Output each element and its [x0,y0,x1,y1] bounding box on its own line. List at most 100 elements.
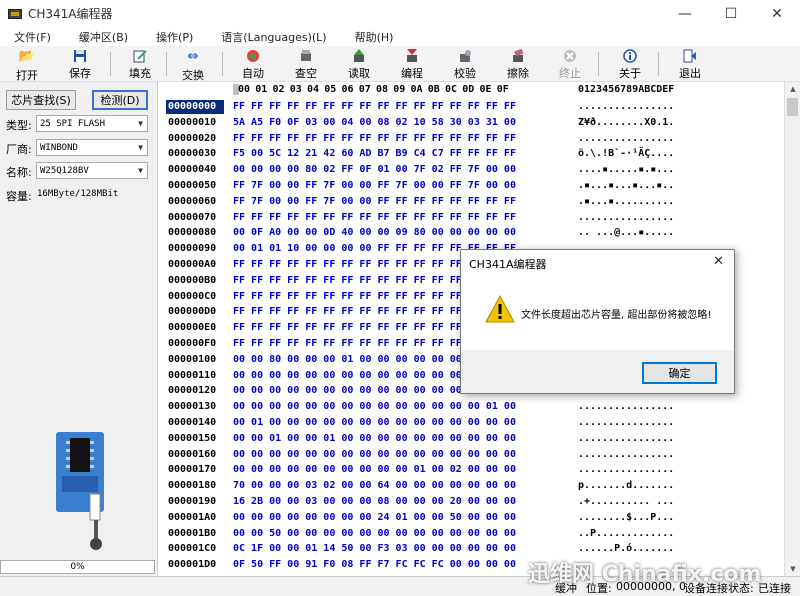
hex-row-ascii[interactable]: ................ [578,463,674,477]
hex-row-bytes[interactable]: 00 00 00 00 00 00 00 00 00 00 00 00 00 0… [233,400,516,414]
row-address: 000001D0 [168,559,217,571]
hex-row-bytes[interactable]: FF FF FF FF FF FF FF FF FF FF FF FF FF F… [233,211,516,225]
hex-row-bytes[interactable]: 00 00 50 00 00 00 00 00 00 00 00 00 00 0… [233,527,516,541]
type-label: 类型: [6,119,32,132]
title-bar: CH341A编程器 — ☐ ✕ [0,0,800,27]
erase-button[interactable]: 擦除 [493,47,543,81]
hex-row-ascii[interactable]: .▪...▪...▪...▪.. [578,179,674,193]
hex-row-bytes[interactable]: FF 7F 00 00 FF 7F 00 00 FF FF FF FF FF F… [233,195,516,209]
hex-column-header: 0C [445,84,458,95]
hex-row-bytes[interactable]: 00 00 00 00 80 02 FF 0F 01 00 7F 02 FF 7… [233,163,516,177]
vendor-select[interactable]: WINBOND ▼ [36,139,148,156]
hex-row-bytes[interactable]: FF FF FF FF FF FF FF FF FF FF FF FF FF F… [233,132,516,146]
close-button[interactable]: ✕ [754,0,800,27]
hex-row-bytes[interactable]: F5 00 5C 12 21 42 60 AD B7 B9 C4 C7 FF F… [233,147,516,161]
info-icon [622,49,638,63]
auto-button[interactable]: 自动 [228,47,278,81]
hex-row-ascii[interactable]: ................ [578,132,674,146]
stop-button[interactable]: 终止 [545,47,595,81]
hex-row-bytes[interactable]: 70 00 00 00 03 02 00 00 64 00 00 00 00 0… [233,479,516,493]
row-address: 000001C0 [168,543,217,555]
hex-row-ascii[interactable]: õ.\.!B`-·¹ÄÇ.... [578,147,674,161]
hex-row-bytes[interactable]: 16 2B 00 00 03 00 00 00 08 00 00 00 20 0… [233,495,516,509]
hex-row-ascii[interactable]: ......P.ó....... [578,542,674,556]
about-button[interactable]: 关于 [605,47,655,81]
fill-button[interactable]: 填充 [115,47,165,81]
hex-row-ascii[interactable]: ................ [578,400,674,414]
row-address: 00000130 [168,401,217,413]
hex-row-ascii[interactable]: ................ [578,432,674,446]
save-button[interactable]: 保存 [55,47,105,81]
hex-row-bytes[interactable]: 0F 50 FF 00 91 F0 08 FF F7 FC FC FC 00 0… [233,558,516,572]
progress-bar: 0% [0,560,155,574]
read-chip-icon [351,49,367,63]
hex-row-ascii[interactable]: Z¥ð........X0.1. [578,116,674,130]
menu-buffer[interactable]: 缓冲区(B) [65,29,142,45]
verify-button[interactable]: 校验 [440,47,490,81]
hex-row-ascii[interactable]: ....▪.....▪.▪... [578,163,674,177]
auto-chip-icon [245,49,261,63]
hex-row-ascii[interactable]: .. ...@...▪..... [578,226,674,240]
row-address: 000000D0 [168,306,217,318]
hex-row-bytes[interactable]: 00 0F A0 00 00 0D 40 00 00 09 80 00 00 0… [233,226,516,240]
ok-button[interactable]: 确定 [642,362,717,384]
exit-button[interactable]: 退出 [665,47,715,81]
type-select[interactable]: 25 SPI FLASH ▼ [36,115,148,132]
detect-button[interactable]: 检测(D) [92,90,148,110]
hex-column-header: 07 [358,84,371,95]
floppy-icon [72,49,88,63]
open-button[interactable]: 📂 打开 [2,47,52,82]
menu-file[interactable]: 文件(F) [0,29,65,45]
row-address: 00000070 [168,211,217,223]
hex-column-header: 00 [238,84,251,95]
program-button[interactable]: 编程 [387,47,437,81]
hex-row-bytes[interactable]: FF FF FF FF FF FF FF FF FF FF FF FF FF F… [233,100,516,114]
hex-row-ascii[interactable]: ................ [578,211,674,225]
capacity-label: 容量: [6,190,32,203]
scroll-thumb[interactable] [787,98,798,116]
row-address: 00000160 [168,448,217,460]
hex-row-bytes[interactable]: 00 00 01 00 00 01 00 00 00 00 00 00 00 0… [233,432,516,446]
eraser-icon [510,49,526,63]
hex-row-bytes[interactable]: 00 01 00 00 00 00 00 00 00 00 00 00 00 0… [233,416,516,430]
edit-icon [132,49,148,63]
menu-language[interactable]: 语言(Languages)(L) [207,29,340,45]
hex-row-ascii[interactable]: ................ [578,448,674,462]
hex-row-ascii[interactable]: p.......d....... [578,479,674,493]
hex-row-ascii[interactable]: .▪...▪.......... [578,195,674,209]
hex-row-bytes[interactable]: FF 7F 00 00 FF 7F 00 00 FF 7F 00 00 FF 7… [233,179,516,193]
capacity-value: 16MByte/128MBit [37,189,119,199]
folder-icon: 📂 [18,49,36,64]
scroll-up-icon[interactable]: ▲ [785,82,800,96]
toolbar: 📂 打开 保存 填充 ⇔ 交换 自动 查空 读取 编程 校验 擦除 终止 关于 … [0,46,800,82]
vertical-scrollbar[interactable]: ▲ ▼ [784,82,800,576]
blank-chip-icon [298,49,314,63]
blank-check-button[interactable]: 查空 [281,47,331,81]
swap-button[interactable]: ⇔ 交换 [168,47,218,82]
row-address: 00000120 [168,385,217,397]
find-chip-button[interactable]: 芯片查找(S) [6,90,76,110]
hex-row-ascii[interactable]: ................ [578,100,674,114]
menu-bar: 文件(F) 缓冲区(B) 操作(P) 语言(Languages)(L) 帮助(H… [0,27,800,46]
hex-row-bytes[interactable]: 00 00 00 00 00 00 00 00 24 01 00 00 50 0… [233,511,516,525]
name-select[interactable]: W25Q128BV ▼ [36,162,148,179]
maximize-button[interactable]: ☐ [708,0,754,27]
hex-row-bytes[interactable]: 0C 1F 00 00 01 14 50 00 F3 03 00 00 00 0… [233,542,516,556]
read-button[interactable]: 读取 [334,47,384,81]
hex-row-ascii[interactable]: ........$...P... [578,511,674,525]
toolbar-separator [222,52,223,76]
hex-row-bytes[interactable]: 5A A5 F0 0F 03 00 04 00 08 02 10 58 30 0… [233,116,516,130]
row-address: 000000F0 [168,338,217,349]
hex-row-ascii[interactable]: ..P............. [578,527,674,541]
watermark: 迅维网 Chinafix.com [528,562,762,587]
menu-help[interactable]: 帮助(H) [341,29,408,45]
hex-row-bytes[interactable]: 00 00 00 00 00 00 00 00 00 00 01 00 02 0… [233,463,516,477]
dialog-close-button[interactable]: ✕ [713,254,724,269]
hex-row-bytes[interactable]: 00 00 00 00 00 00 00 00 00 00 00 00 00 0… [233,448,516,462]
minimize-button[interactable]: — [662,0,708,27]
menu-operation[interactable]: 操作(P) [142,29,207,45]
hex-row-ascii[interactable]: .+.......... ... [578,495,674,509]
row-address: 00000060 [168,195,217,207]
hex-column-header: 0E [479,84,492,95]
hex-row-ascii[interactable]: ................ [578,416,674,430]
